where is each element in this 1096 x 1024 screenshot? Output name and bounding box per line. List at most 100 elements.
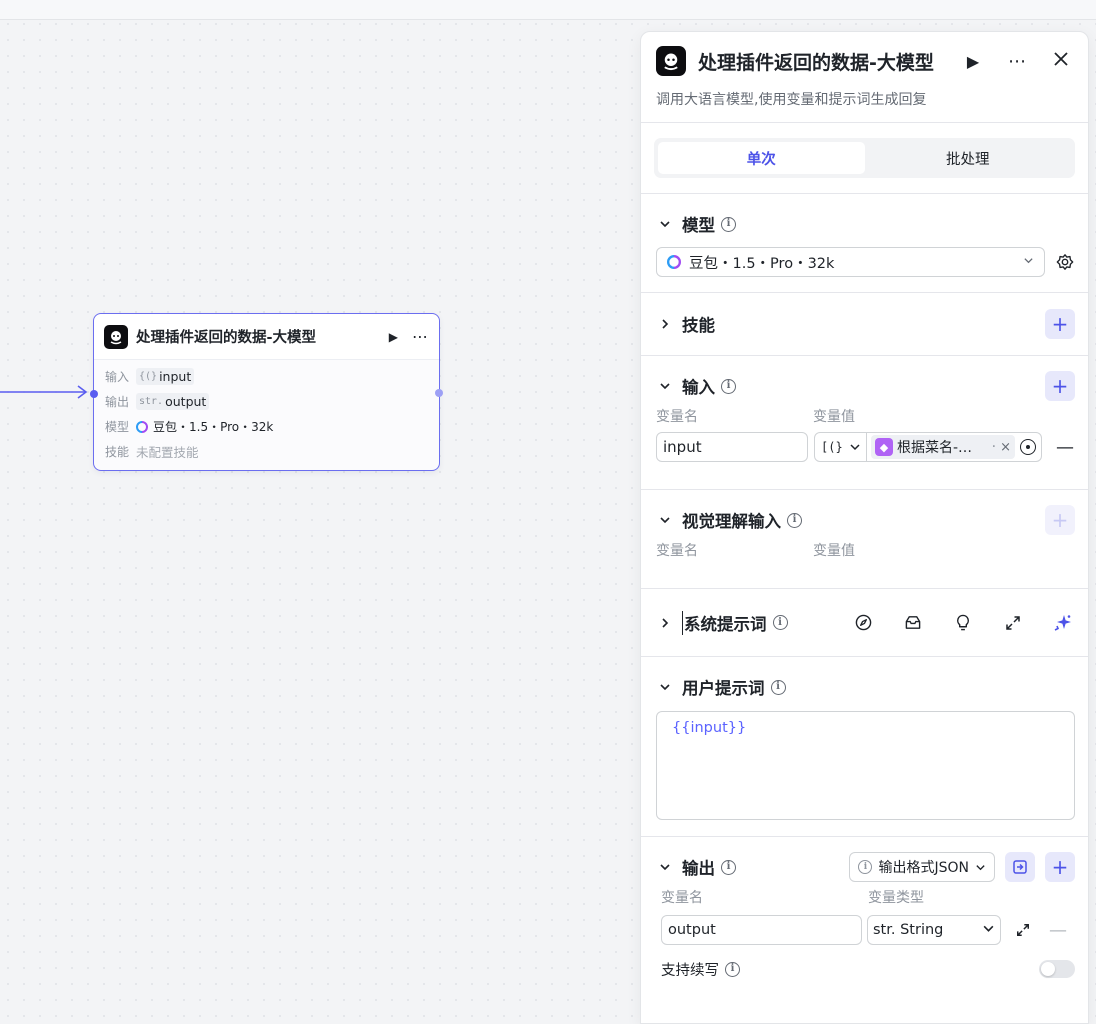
model-section-title: 模型 [682, 216, 715, 235]
info-icon[interactable]: i [725, 961, 740, 977]
model-section-header[interactable]: 模型 i [656, 194, 1075, 254]
clear-icon[interactable]: × [1000, 440, 1011, 455]
continue-write-toggle[interactable] [1039, 960, 1075, 978]
input-name-field[interactable]: input [656, 432, 808, 462]
chevron-down-icon[interactable] [656, 861, 674, 873]
type-select[interactable]: [(} [815, 433, 867, 461]
node-output-label: 输出 [105, 395, 130, 409]
info-icon[interactable]: i [721, 378, 736, 394]
node-output-chip: str. output [136, 393, 210, 410]
chevron-down-icon [976, 864, 985, 870]
output-variable-row: output str. String — [656, 915, 1075, 945]
node-header: 处理插件返回的数据-大模型 ▶ ⋯ [94, 314, 439, 360]
inputs-section-title: 输入 [682, 378, 715, 397]
continue-write-row: 支持续写 i [656, 949, 1075, 989]
node-input-row: 输入 {(} input [94, 364, 439, 389]
vision-input-section: 视觉理解输入 i + 变量名 变量值 [641, 490, 1088, 588]
input-variable-row: input [(} ◆ 根据菜名-… · × — [656, 432, 1075, 462]
system-prompt-title: 系统提示词 [682, 610, 767, 635]
chevron-down-icon[interactable] [656, 218, 674, 230]
type-badge: {(} [139, 371, 158, 382]
user-prompt-editor[interactable]: {{input}} [656, 711, 1075, 820]
info-icon[interactable]: i [770, 679, 786, 695]
skills-section-title: 技能 [682, 316, 715, 335]
info-icon[interactable]: i [721, 216, 736, 232]
chevron-down-icon[interactable] [656, 514, 674, 526]
output-name-field[interactable]: output [661, 915, 862, 945]
target-icon[interactable] [1020, 439, 1036, 455]
output-section-title: 输出 [682, 859, 715, 878]
skills-section-header[interactable]: 技能 + [656, 293, 1075, 355]
llm-node-card[interactable]: 处理插件返回的数据-大模型 ▶ ⋯ 输入 {(} input 输出 str. out… [90, 313, 443, 471]
node-input-chip: {(} input [136, 368, 195, 385]
tab-batch[interactable]: 批处理 [865, 142, 1072, 174]
expand-icon[interactable] [1013, 923, 1033, 937]
remove-output-button[interactable]: — [1049, 920, 1067, 941]
add-vision-input-button[interactable]: + [1045, 505, 1075, 535]
prompt-library-icon[interactable] [901, 614, 925, 631]
doubao-model-icon [136, 420, 148, 433]
model-select[interactable]: 豆包・1.5・Pro・32k [656, 247, 1045, 277]
chevron-down-icon[interactable] [656, 681, 674, 693]
user-prompt-section: 用户提示词 i {{input}} [641, 657, 1088, 836]
more-icon[interactable]: ⋯ [412, 327, 429, 346]
output-section: 输出 i i 输出格式JSON + 变量名 变量类型 output str. S… [641, 837, 1088, 989]
node-skill-label: 技能 [105, 445, 130, 459]
user-prompt-title: 用户提示词 [682, 679, 765, 698]
node-input-label: 输入 [105, 370, 130, 384]
node-skill-row: 技能 未配置技能 [94, 439, 439, 464]
skills-section: 技能 + [641, 293, 1088, 355]
chevron-right-icon[interactable] [656, 617, 674, 629]
output-column-headers: 变量名 变量类型 [656, 885, 1075, 909]
node-model-text: 豆包・1.5・Pro・32k [153, 420, 274, 434]
connection-edge[interactable] [0, 380, 100, 404]
output-port[interactable] [435, 389, 443, 397]
node-title: 处理插件返回的数据-大模型 [136, 330, 317, 346]
input-value-field[interactable]: [(} ◆ 根据菜名-… · × [814, 432, 1042, 462]
inputs-section: 输入 i + 变量名 变量值 input [(} ◆ 根据菜名-… · × — [641, 356, 1088, 489]
panel-header: 处理插件返回的数据-大模型 ▶ ⋯ [641, 32, 1088, 90]
vision-section-title: 视觉理解输入 [682, 512, 781, 531]
close-icon[interactable] [1049, 51, 1073, 71]
chevron-down-icon[interactable] [656, 380, 674, 392]
play-icon[interactable]: ▶ [961, 52, 985, 71]
chevron-down-icon [850, 444, 860, 451]
play-icon[interactable]: ▶ [389, 330, 398, 344]
vision-column-headers: 变量名 变量值 [656, 538, 1075, 562]
panel-title[interactable]: 处理插件返回的数据-大模型 [698, 48, 941, 75]
more-icon[interactable]: ⋯ [1005, 51, 1029, 72]
system-prompt-section: 系统提示词 i [641, 589, 1088, 656]
continue-write-label: 支持续写 [661, 962, 719, 979]
expand-icon[interactable] [1001, 615, 1025, 631]
output-type-select[interactable]: str. String [867, 915, 1001, 945]
info-icon[interactable]: i [772, 615, 788, 630]
bot-logo-icon [104, 324, 128, 349]
import-output-button[interactable] [1005, 852, 1035, 882]
col-var-type: 变量类型 [868, 890, 924, 906]
add-input-button[interactable]: + [1045, 371, 1075, 401]
input-port[interactable] [90, 390, 98, 398]
top-toolbar [0, 0, 1096, 20]
info-icon[interactable]: i [787, 512, 802, 528]
system-prompt-header[interactable]: 系统提示词 i [656, 589, 1075, 656]
ai-optimize-icon[interactable] [1051, 613, 1075, 633]
output-format-select[interactable]: i 输出格式JSON [849, 852, 995, 882]
info-icon: i [858, 860, 873, 874]
add-output-button[interactable]: + [1045, 852, 1075, 882]
bulb-icon[interactable] [951, 614, 975, 631]
remove-input-button[interactable]: — [1056, 437, 1074, 458]
add-skill-button[interactable]: + [1045, 309, 1075, 339]
node-config-panel: 处理插件返回的数据-大模型 ▶ ⋯ 调用大语言模型,使用变量和提示词生成回复 单… [640, 31, 1089, 1024]
prompt-tools [851, 613, 1075, 633]
model-select-value: 豆包・1.5・Pro・32k [689, 255, 835, 272]
panel-description: 调用大语言模型,使用变量和提示词生成回复 [656, 92, 927, 108]
tab-single[interactable]: 单次 [658, 142, 865, 174]
gear-icon[interactable] [1055, 253, 1075, 271]
variable-reference-tag[interactable]: ◆ 根据菜名-… · × [871, 435, 1015, 459]
chevron-right-icon[interactable] [656, 318, 674, 330]
col-var-value: 变量值 [813, 543, 855, 559]
user-prompt-header[interactable]: 用户提示词 i [656, 657, 1075, 717]
compass-icon[interactable] [851, 614, 875, 631]
plugin-icon: ◆ [875, 438, 893, 456]
info-icon[interactable]: i [721, 859, 736, 875]
